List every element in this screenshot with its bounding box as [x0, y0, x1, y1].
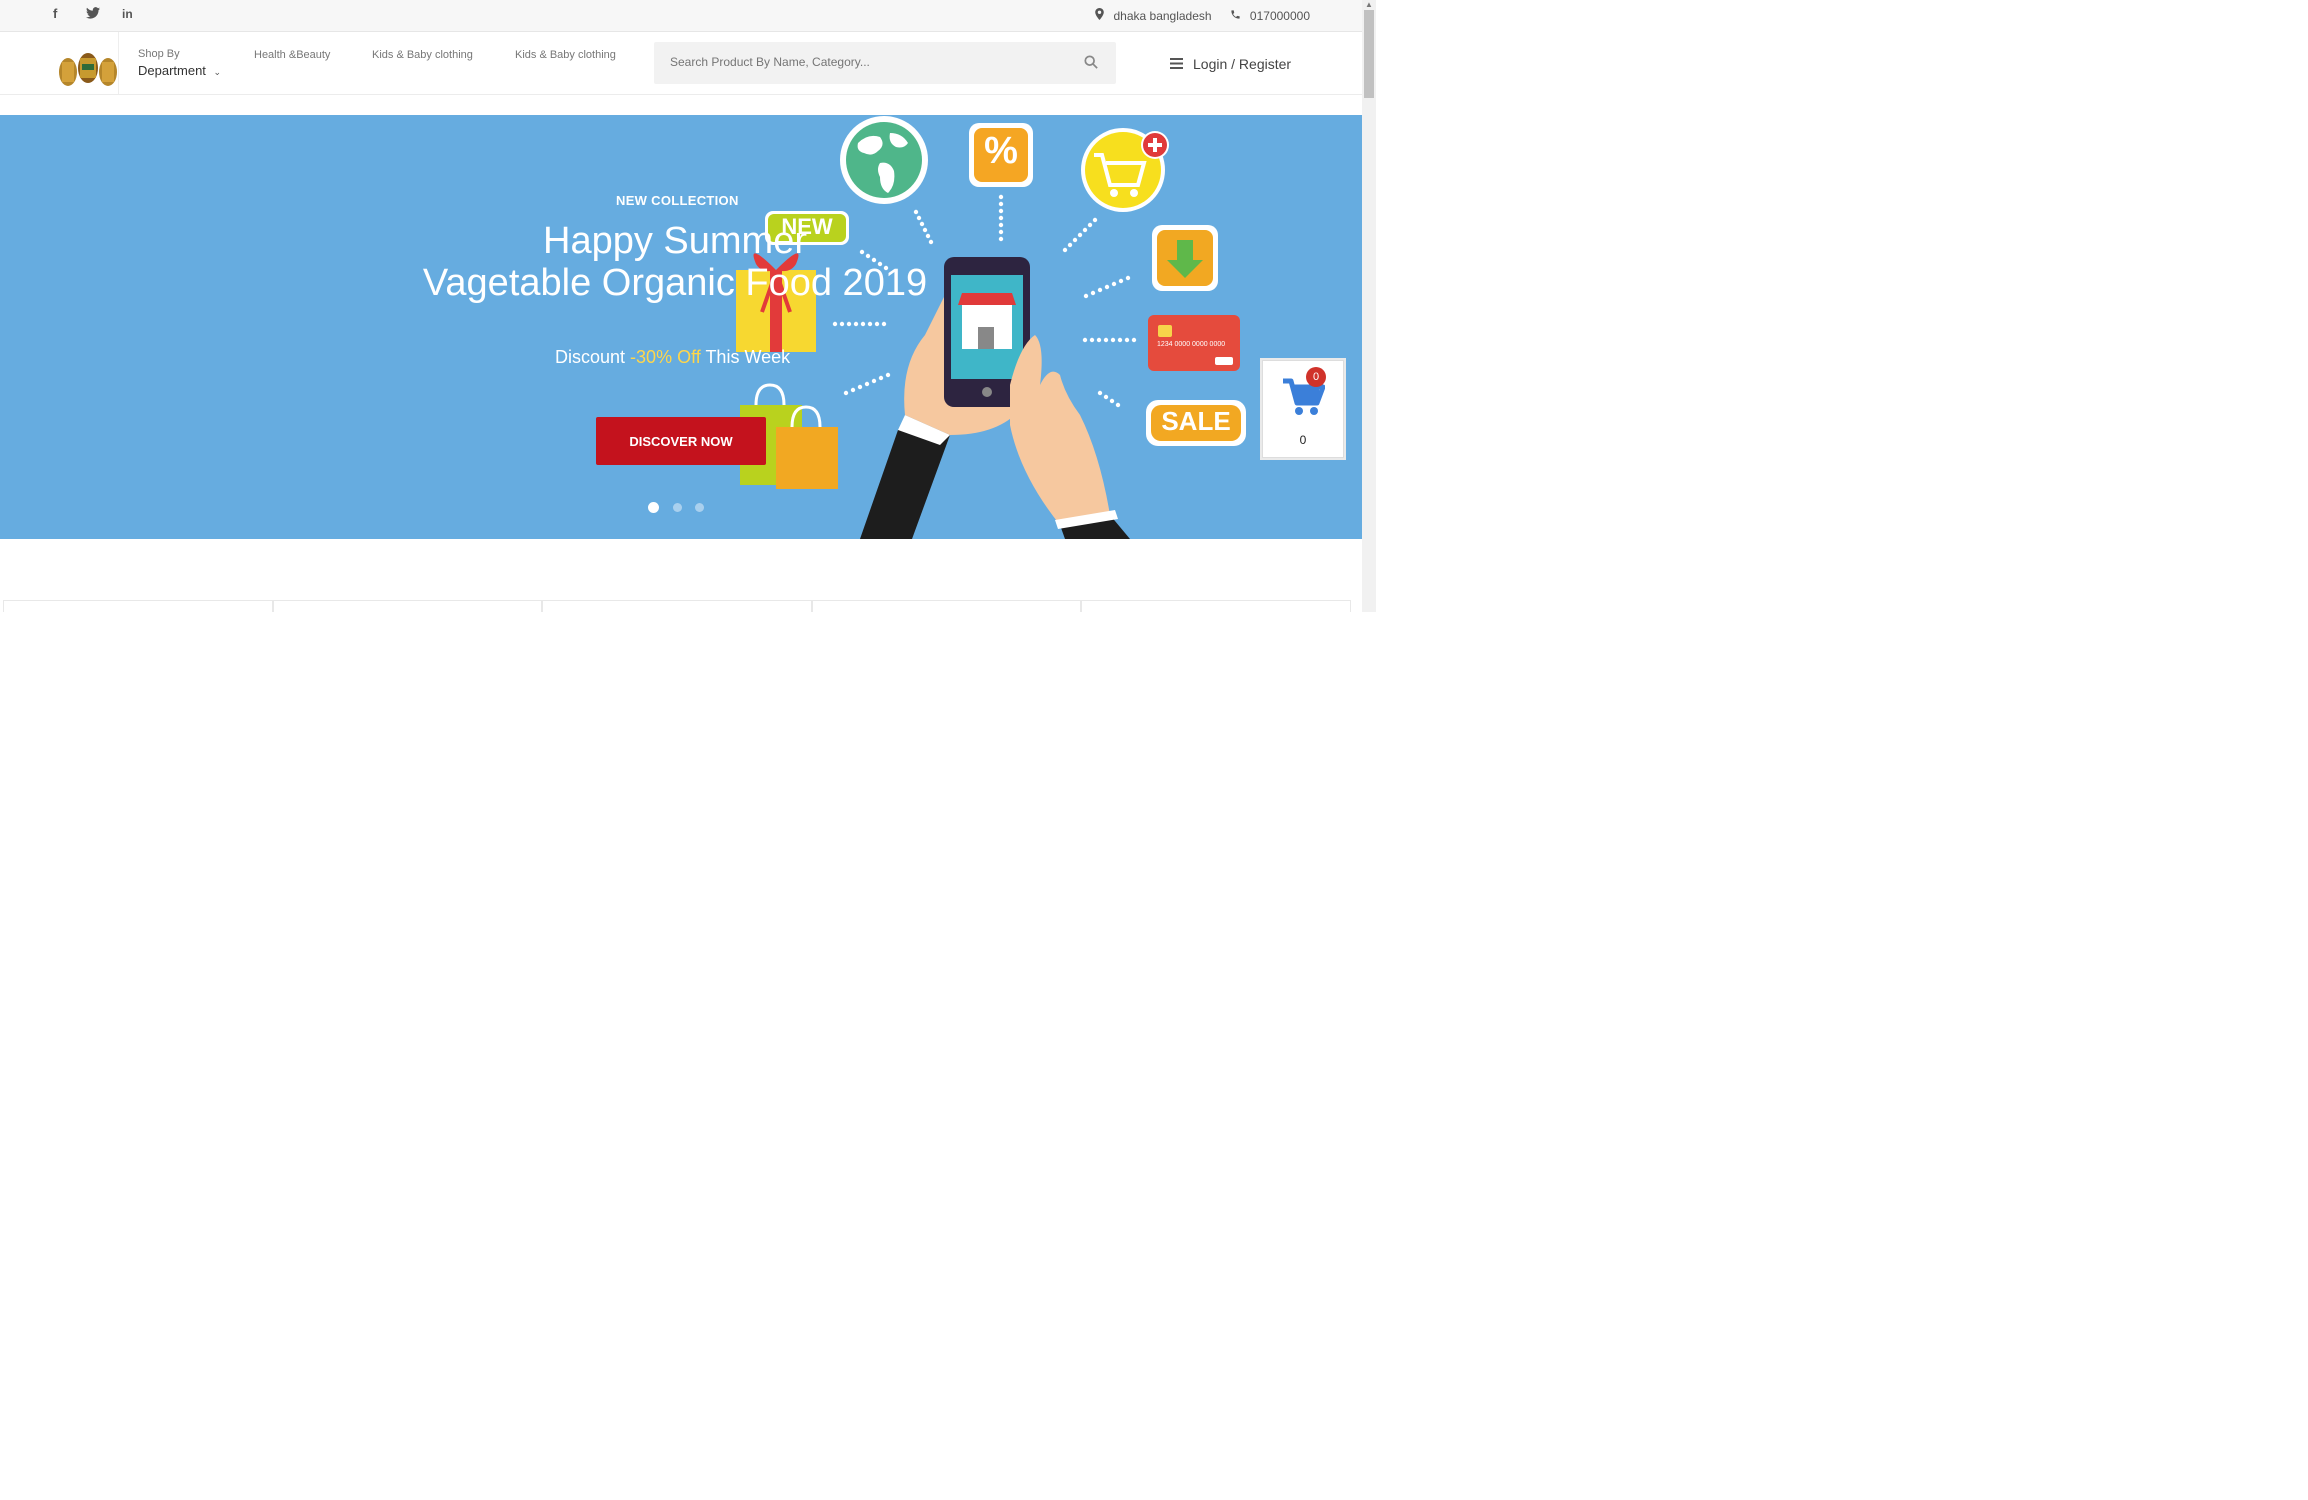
- location-item: dhaka bangladesh: [1095, 8, 1212, 23]
- hero-illustration: [736, 116, 1246, 539]
- map-marker-icon: [1095, 8, 1107, 23]
- slider-dot-2[interactable]: [673, 503, 682, 512]
- credit-card-number: 1234 0000 0000 0000: [1157, 341, 1226, 348]
- department-text: Department: [138, 63, 206, 78]
- percent-icon: %: [984, 130, 1018, 172]
- menu-icon[interactable]: [1170, 56, 1183, 72]
- cart-badge: 0: [1306, 367, 1326, 387]
- logo-divider: [118, 32, 119, 94]
- category-card[interactable]: [1081, 600, 1351, 612]
- search-bar: [654, 42, 1116, 84]
- category-card[interactable]: [542, 600, 812, 612]
- slider-dot-1[interactable]: [648, 502, 659, 513]
- discount-highlight: -30% Off: [630, 347, 701, 367]
- floating-cart[interactable]: 0 0: [1262, 360, 1344, 458]
- hero-kicker: NEW COLLECTION: [616, 193, 739, 208]
- vertical-scrollbar[interactable]: ▲: [1362, 0, 1376, 612]
- site-logo[interactable]: [56, 50, 120, 90]
- department-label: Department ⌄: [138, 63, 221, 78]
- scrollbar-thumb[interactable]: [1364, 10, 1374, 98]
- category-card[interactable]: [272, 600, 543, 612]
- category-card[interactable]: [3, 600, 273, 612]
- phone-text: 017000000: [1249, 8, 1310, 23]
- hero-slider: NEW COLLECTION Happy Summer Vagetable Or…: [0, 115, 1362, 539]
- nav-kids-baby-clothing-1[interactable]: Kids & Baby clothing: [372, 49, 473, 61]
- shop-by-department[interactable]: Shop By Department ⌄: [138, 48, 221, 78]
- hero-title: Happy Summer Vagetable Organic Food 2019: [380, 220, 970, 304]
- site-header: Shop By Department ⌄ Health &Beauty Kids…: [0, 32, 1362, 95]
- nav-kids-baby-clothing-2[interactable]: Kids & Baby clothing: [515, 49, 616, 61]
- nav-health-beauty[interactable]: Health &Beauty: [254, 49, 330, 61]
- cart-count: 0: [1299, 433, 1307, 447]
- contact-info: dhaka bangladesh 017000000: [1095, 8, 1310, 23]
- facebook-icon[interactable]: f: [53, 7, 57, 21]
- discount-prefix: Discount: [555, 347, 626, 367]
- browser-viewport: f in dhaka bangladesh 017000000 Shop By …: [0, 0, 1376, 612]
- location-text: dhaka bangladesh: [1113, 9, 1212, 23]
- search-input[interactable]: [670, 55, 1070, 69]
- phone-item: 017000000: [1230, 9, 1310, 23]
- hero-title-line1: Happy Summer: [543, 220, 807, 262]
- sale-badge-label: SALE: [1161, 406, 1231, 436]
- scroll-up-arrow-icon[interactable]: ▲: [1365, 0, 1373, 9]
- login-register[interactable]: Login / Register: [1170, 56, 1291, 72]
- phone-icon: [1230, 9, 1244, 23]
- shop-by-label: Shop By: [138, 48, 180, 60]
- login-register-link[interactable]: Login / Register: [1193, 56, 1291, 72]
- hero-title-line2: Vagetable Organic Food 2019: [422, 262, 928, 304]
- search-icon[interactable]: [1084, 55, 1100, 71]
- discover-now-button[interactable]: DISCOVER NOW: [596, 417, 766, 465]
- twitter-icon[interactable]: [86, 7, 100, 22]
- top-bar: f in dhaka bangladesh 017000000: [0, 0, 1362, 32]
- category-card[interactable]: [811, 600, 1082, 612]
- slider-dot-3[interactable]: [695, 503, 704, 512]
- chevron-down-icon: ⌄: [213, 67, 222, 77]
- hero-discount: Discount -30% Off This Week: [555, 347, 790, 368]
- linkedin-icon[interactable]: in: [122, 7, 133, 21]
- discount-suffix: This Week: [705, 347, 791, 367]
- category-cards-row: [3, 600, 1351, 612]
